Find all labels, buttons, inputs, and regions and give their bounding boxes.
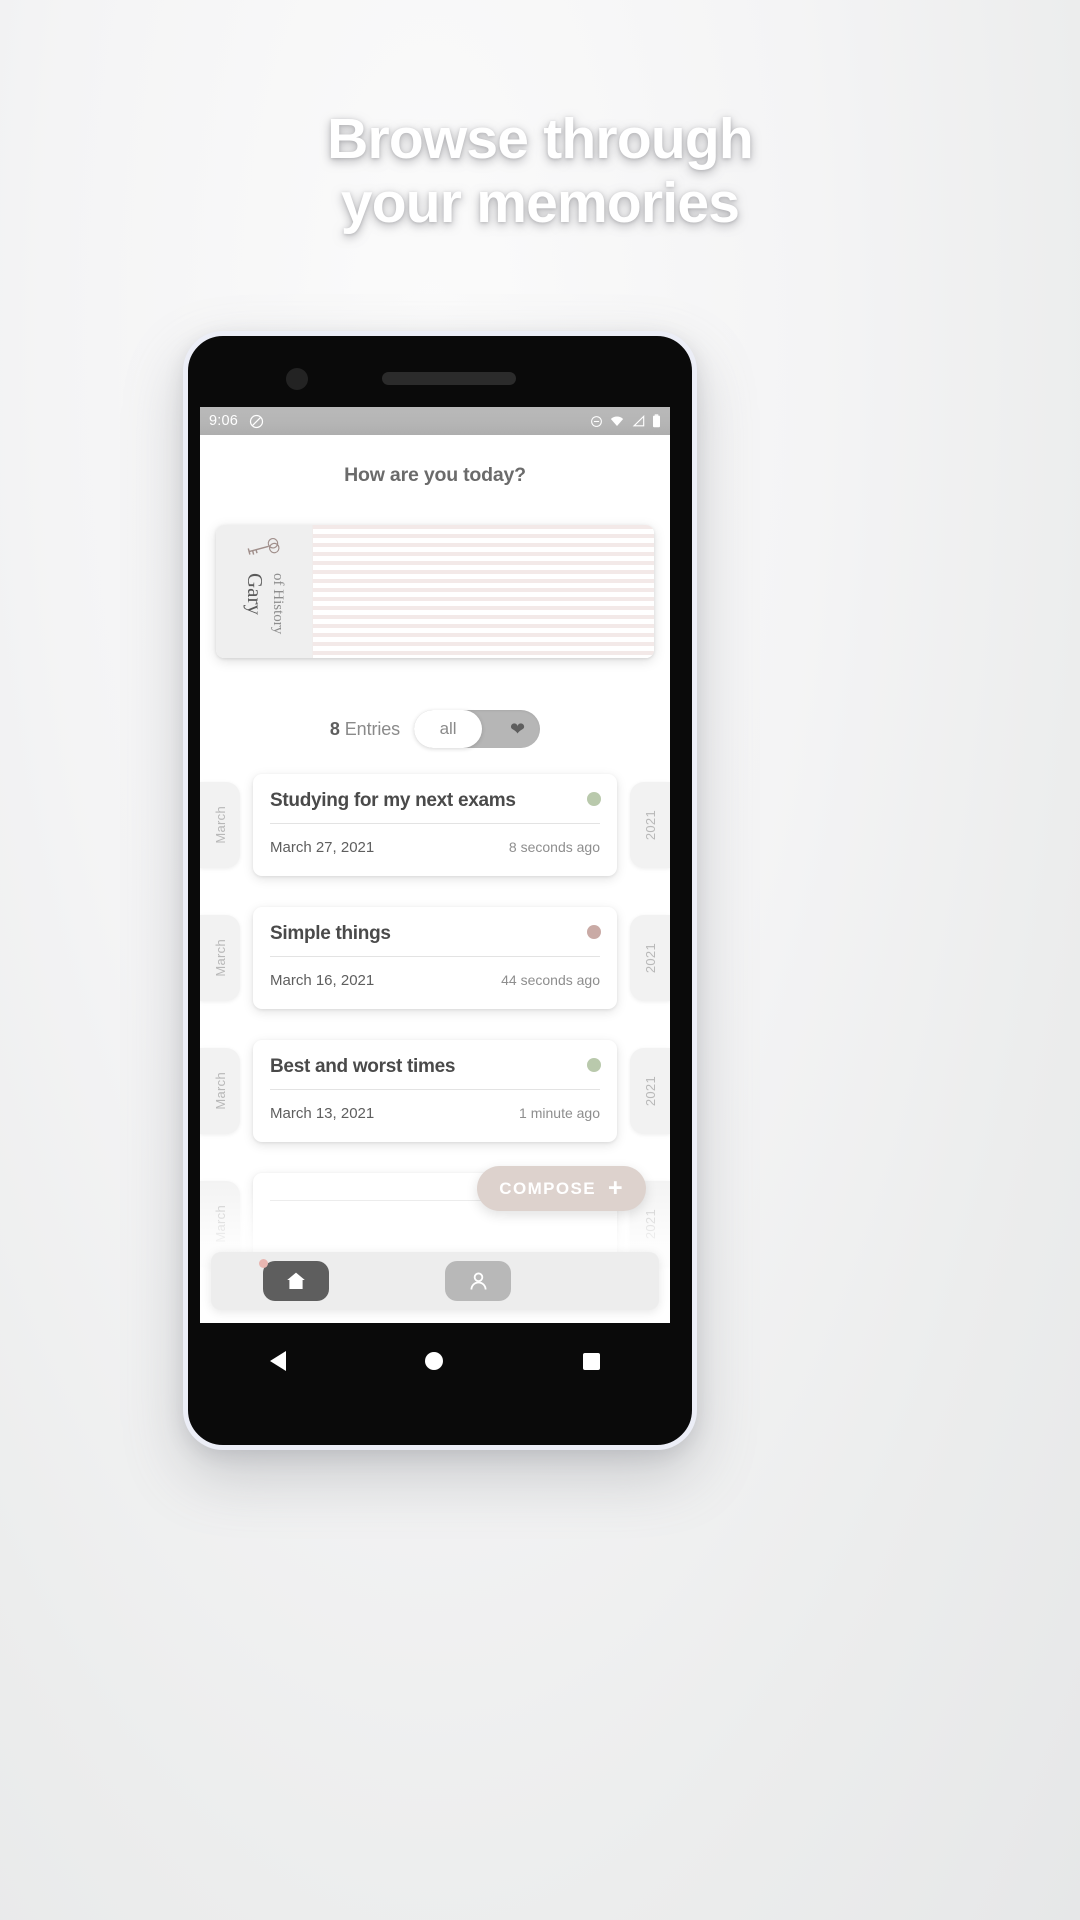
status-time: 9:06	[209, 413, 239, 429]
entry-month-tab: March	[200, 782, 240, 868]
entries-header: 8 Entries all ❤	[200, 710, 670, 748]
entry-month-label: March	[212, 1205, 228, 1243]
entry-month-label: March	[212, 1072, 228, 1110]
entry-title: Simple things	[270, 923, 391, 944]
back-icon[interactable]	[269, 1351, 286, 1371]
divider	[270, 1089, 600, 1090]
home-icon[interactable]	[425, 1352, 444, 1370]
entry-year-tab: 2021	[630, 915, 670, 1001]
entry-date: March 27, 2021	[270, 839, 375, 856]
entry-title: Best and worst times	[270, 1056, 456, 1077]
home-icon	[287, 1272, 305, 1289]
list-item[interactable]: March Studying for my next exams March 2…	[200, 774, 670, 876]
phone-screen: 9:06 How are you today? Gary of History …	[200, 407, 670, 1323]
entry-relative-time: 8 seconds ago	[508, 839, 600, 855]
android-navigation-bar	[200, 1336, 670, 1386]
book-spine-text: Gary of History	[216, 573, 312, 658]
mood-dot	[587, 792, 601, 806]
entries-count-number: 8	[329, 718, 340, 739]
entry-card[interactable]: Studying for my next exams March 27, 202…	[253, 774, 617, 876]
entry-year-label: 2021	[642, 1208, 658, 1240]
entry-date: March 13, 2021	[270, 1105, 375, 1122]
status-left-icons	[249, 414, 264, 429]
entry-relative-time: 44 seconds ago	[501, 972, 600, 988]
entry-month-label: March	[212, 939, 228, 977]
entry-card[interactable]: Simple things March 16, 2021 44 seconds …	[253, 907, 617, 1009]
page-headline: Browse through your memories	[327, 107, 754, 235]
list-item[interactable]: March Simple things March 16, 2021 44 se…	[200, 907, 670, 1009]
entry-meta: March 27, 2021 8 seconds ago	[270, 839, 600, 856]
entry-month-tab: March	[200, 1048, 240, 1134]
entries-count: 8 Entries	[330, 719, 400, 740]
entry-year-label: 2021	[642, 942, 658, 974]
heart-icon[interactable]: ❤	[510, 720, 525, 738]
book-owner-name: Gary	[243, 573, 267, 615]
key-icon	[247, 537, 280, 555]
plus-icon: +	[608, 1174, 624, 1202]
phone-mockup: 9:06 How are you today? Gary of History …	[183, 331, 697, 1450]
front-camera-icon	[286, 368, 308, 390]
bottom-navigation	[211, 1252, 659, 1310]
signal-icon	[632, 415, 645, 427]
book-subtitle: of History	[270, 573, 286, 635]
do-not-disturb-icon	[249, 414, 264, 428]
nav-item-profile[interactable]	[445, 1261, 511, 1301]
compose-label: COMPOSE	[499, 1178, 596, 1198]
book-spine: Gary of History	[216, 525, 312, 658]
entry-year-tab: 2021	[630, 1048, 670, 1134]
entry-date: March 16, 2021	[270, 972, 375, 989]
list-item[interactable]: March Best and worst times March 13, 202…	[200, 1040, 670, 1142]
entries-count-label: Entries	[344, 718, 401, 739]
entry-year-label: 2021	[642, 1075, 658, 1107]
recents-icon[interactable]	[583, 1352, 601, 1370]
nav-item-home[interactable]	[259, 1259, 329, 1301]
battery-icon	[653, 414, 660, 428]
mood-dot	[587, 1058, 601, 1072]
app-content: How are you today? Gary of History 8 Ent…	[200, 435, 670, 1323]
mood-dot	[587, 925, 601, 939]
entries-filter-toggle[interactable]: all ❤	[414, 710, 541, 748]
entry-year-tab: 2021	[630, 782, 670, 868]
book-pages	[312, 525, 654, 658]
entry-meta: March 13, 2021 1 minute ago	[270, 1105, 600, 1122]
status-right-icons	[590, 414, 661, 428]
compose-button[interactable]: COMPOSE +	[477, 1166, 646, 1211]
journal-book-card[interactable]: Gary of History	[216, 525, 654, 658]
mute-icon	[591, 415, 602, 427]
earpiece-speaker	[382, 372, 516, 385]
entry-month-tab: March	[200, 915, 240, 1001]
entry-relative-time: 1 minute ago	[519, 1105, 600, 1121]
person-icon	[469, 1272, 487, 1290]
page-title: How are you today?	[344, 464, 526, 486]
entry-card[interactable]: Best and worst times March 13, 2021 1 mi…	[253, 1040, 617, 1142]
status-bar: 9:06	[200, 407, 670, 435]
entry-year-label: 2021	[642, 809, 658, 841]
entry-meta: March 16, 2021 44 seconds ago	[270, 972, 600, 989]
divider	[270, 956, 600, 957]
wifi-icon	[610, 416, 624, 426]
notification-badge	[259, 1259, 268, 1268]
entry-title: Studying for my next exams	[270, 790, 516, 811]
filter-option-all[interactable]: all	[414, 710, 483, 748]
entry-month-label: March	[212, 806, 228, 844]
divider	[270, 823, 600, 824]
